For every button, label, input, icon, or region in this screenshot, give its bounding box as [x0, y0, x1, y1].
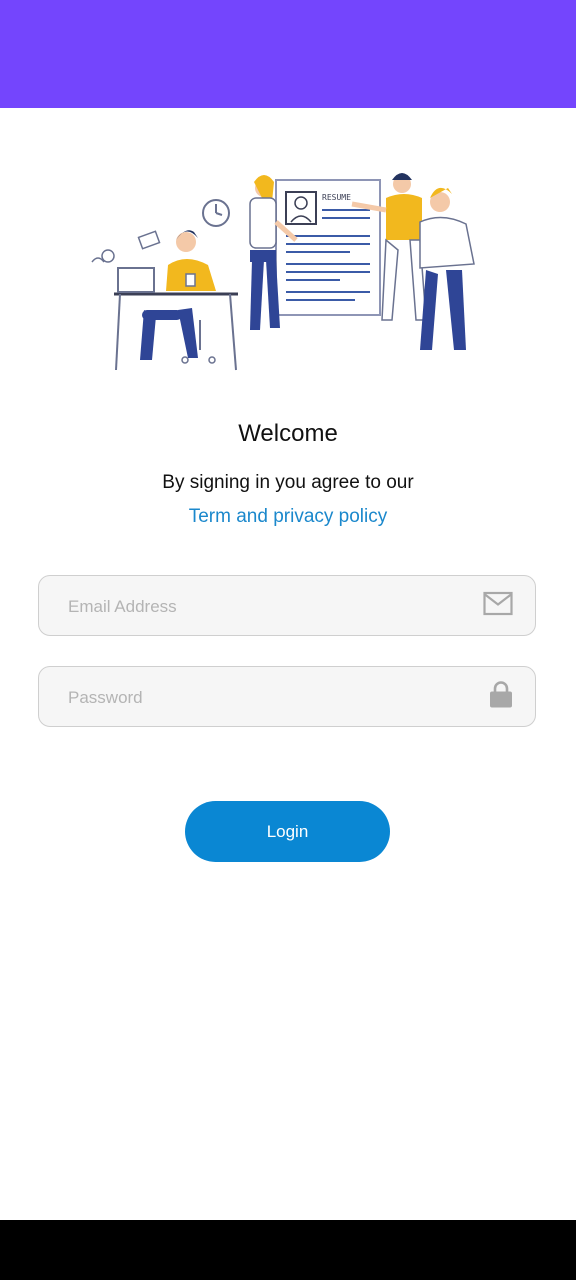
password-field[interactable]	[38, 666, 536, 728]
system-navigation-bar	[0, 1220, 576, 1280]
email-field[interactable]	[38, 575, 536, 637]
login-button[interactable]: Login	[185, 801, 390, 862]
colleague-man-figure	[419, 187, 475, 350]
welcome-title: Welcome	[238, 420, 338, 447]
team-illustration: RESUME	[80, 170, 500, 385]
password-input[interactable]	[66, 667, 470, 728]
app-header-bar	[0, 0, 576, 108]
mail-icon	[483, 591, 513, 620]
resume-board: RESUME	[275, 179, 381, 316]
resume-badge-text: RESUME	[322, 193, 351, 202]
terms-agreement-text: By signing in you agree to our	[162, 472, 414, 493]
privacy-policy-link[interactable]: Term and privacy policy	[0, 506, 576, 528]
lock-icon	[489, 680, 513, 713]
desk-worker-figure	[91, 199, 238, 371]
email-input[interactable]	[66, 576, 470, 637]
